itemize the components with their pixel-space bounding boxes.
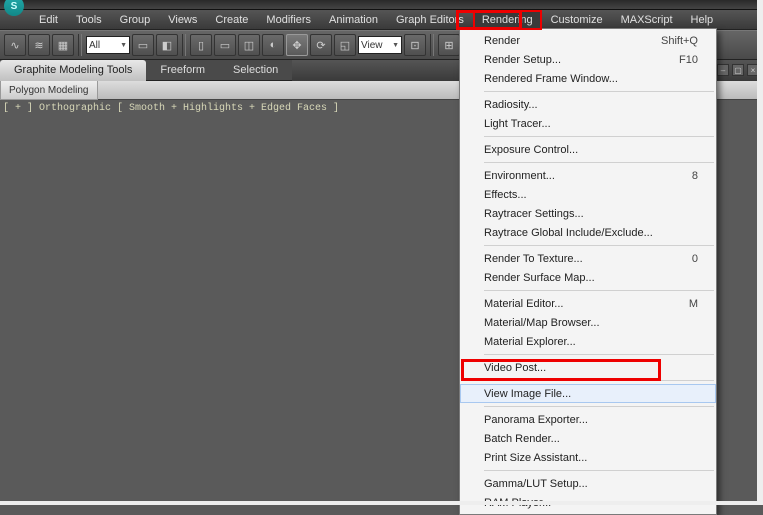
menu-item-shortcut: Shift+Q: [661, 35, 698, 47]
menu-item-render-to-texture[interactable]: Render To Texture... 0: [460, 249, 716, 268]
menu-item-render[interactable]: Render Shift+Q: [460, 31, 716, 50]
menu-item-label: Render Setup...: [484, 54, 561, 66]
menu-customize[interactable]: Customize: [542, 10, 612, 30]
menu-separator: [484, 470, 714, 471]
menu-item-label: Video Post...: [484, 362, 546, 374]
menu-item-label: Panorama Exporter...: [484, 414, 588, 426]
menu-tools[interactable]: Tools: [67, 10, 111, 30]
menu-separator: [484, 354, 714, 355]
menu-item-label: Exposure Control...: [484, 144, 578, 156]
tool-manip-icon[interactable]: ⊞: [438, 34, 460, 56]
menu-item-effects[interactable]: Effects...: [460, 185, 716, 204]
menu-modifiers[interactable]: Modifiers: [257, 10, 320, 30]
menu-item-label: Batch Render...: [484, 433, 560, 445]
selection-filter-combo[interactable]: All▼: [86, 36, 130, 54]
window-edge-bottom: [0, 501, 763, 505]
menu-item-raytrace-global-include-exclude[interactable]: Raytrace Global Include/Exclude...: [460, 223, 716, 242]
menu-item-label: Effects...: [484, 189, 527, 201]
tool-link-icon[interactable]: ∿: [4, 34, 26, 56]
menu-separator: [484, 290, 714, 291]
tool-scale-icon[interactable]: ◱: [334, 34, 356, 56]
menu-separator: [484, 380, 714, 381]
menu-item-print-size-assistant[interactable]: Print Size Assistant...: [460, 448, 716, 467]
tool-center-icon[interactable]: ⊡: [404, 34, 426, 56]
tool-rotate-icon[interactable]: ⟳: [310, 34, 332, 56]
ribbon-minimize-icon[interactable]: –: [717, 64, 729, 76]
menu-group[interactable]: Group: [111, 10, 160, 30]
menu-edit[interactable]: Edit: [30, 10, 67, 30]
tool-move-icon[interactable]: ✥: [286, 34, 308, 56]
ribbon-tab-selection[interactable]: Selection: [219, 60, 292, 81]
menu-item-label: Gamma/LUT Setup...: [484, 478, 588, 490]
menu-item-material-explorer[interactable]: Material Explorer...: [460, 332, 716, 351]
menu-item-shortcut: 0: [692, 253, 698, 265]
menu-item-label: View Image File...: [484, 388, 571, 400]
menu-item-material-editor[interactable]: Material Editor... M: [460, 294, 716, 313]
menu-item-label: Print Size Assistant...: [484, 452, 587, 464]
menu-item-environment[interactable]: Environment... 8: [460, 166, 716, 185]
menu-item-label: Rendered Frame Window...: [484, 73, 618, 85]
sub-ribbon-tab[interactable]: Polygon Modeling: [0, 81, 98, 100]
menu-item-label: Raytrace Global Include/Exclude...: [484, 227, 653, 239]
ribbon-expand-icon[interactable]: ▢: [732, 64, 744, 76]
tool-window-icon[interactable]: ◧: [156, 34, 178, 56]
menu-help[interactable]: Help: [682, 10, 723, 30]
menu-item-light-tracer[interactable]: Light Tracer...: [460, 114, 716, 133]
menu-rendering[interactable]: Rendering: [473, 10, 542, 30]
menu-item-radiosity[interactable]: Radiosity...: [460, 95, 716, 114]
menu-item-batch-render[interactable]: Batch Render...: [460, 429, 716, 448]
menu-item-raytracer-settings[interactable]: Raytracer Settings...: [460, 204, 716, 223]
menu-item-exposure-control[interactable]: Exposure Control...: [460, 140, 716, 159]
menu-item-render-surface-map[interactable]: Render Surface Map...: [460, 268, 716, 287]
menu-animation[interactable]: Animation: [320, 10, 387, 30]
tool-select-region-icon[interactable]: ◫: [238, 34, 260, 56]
menu-item-label: Render To Texture...: [484, 253, 583, 265]
menu-bar: EditToolsGroupViewsCreateModifiersAnimat…: [0, 10, 763, 30]
menu-item-label: Material Explorer...: [484, 336, 576, 348]
menu-item-gamma-lut-setup[interactable]: Gamma/LUT Setup...: [460, 474, 716, 493]
refcoord-combo[interactable]: View▼: [358, 36, 402, 54]
tool-select-name-icon[interactable]: ▭: [214, 34, 236, 56]
menu-item-material-map-browser[interactable]: Material/Map Browser...: [460, 313, 716, 332]
window-edge-right: [757, 0, 763, 505]
title-bar: S: [0, 0, 763, 10]
menu-item-label: Environment...: [484, 170, 555, 182]
menu-item-panorama-exporter[interactable]: Panorama Exporter...: [460, 410, 716, 429]
menu-item-video-post[interactable]: Video Post...: [460, 358, 716, 377]
rendering-menu-dropdown: Render Shift+Q Render Setup... F10 Rendered …: [459, 28, 717, 515]
menu-item-label: Radiosity...: [484, 99, 538, 111]
menu-item-shortcut: F10: [679, 54, 698, 66]
menu-maxscript[interactable]: MAXScript: [612, 10, 682, 30]
tool-crossing-icon[interactable]: ▭: [132, 34, 154, 56]
toolbar-separator: [430, 34, 434, 56]
menu-item-label: Material/Map Browser...: [484, 317, 600, 329]
menu-separator: [484, 136, 714, 137]
ribbon-tab-graphite-modeling-tools[interactable]: Graphite Modeling Tools: [0, 60, 146, 81]
tool-paint-select-icon[interactable]: ◐: [262, 34, 284, 56]
menu-item-label: Render Surface Map...: [484, 272, 595, 284]
menu-separator: [484, 406, 714, 407]
menu-views[interactable]: Views: [159, 10, 206, 30]
menu-separator: [484, 245, 714, 246]
menu-item-view-image-file[interactable]: View Image File...: [460, 384, 716, 403]
menu-separator: [484, 91, 714, 92]
menu-item-label: Light Tracer...: [484, 118, 551, 130]
tool-select-icon[interactable]: ▯: [190, 34, 212, 56]
menu-create[interactable]: Create: [206, 10, 257, 30]
menu-item-shortcut: 8: [692, 170, 698, 182]
menu-graph-editors[interactable]: Graph Editors: [387, 10, 473, 30]
menu-separator: [484, 162, 714, 163]
menu-item-label: Material Editor...: [484, 298, 563, 310]
menu-item-label: Raytracer Settings...: [484, 208, 584, 220]
menu-item-rendered-frame-window[interactable]: Rendered Frame Window...: [460, 69, 716, 88]
viewport-label[interactable]: [ + ] Orthographic [ Smooth + Highlights…: [3, 103, 339, 114]
menu-item-render-setup[interactable]: Render Setup... F10: [460, 50, 716, 69]
tool-schematic-icon[interactable]: ▦: [52, 34, 74, 56]
ribbon-tab-freeform[interactable]: Freeform: [146, 60, 219, 81]
tool-unlink-icon[interactable]: ≋: [28, 34, 50, 56]
menu-item-label: Render: [484, 35, 520, 47]
toolbar-separator: [78, 34, 82, 56]
toolbar-separator: [182, 34, 186, 56]
menu-item-shortcut: M: [689, 298, 698, 310]
